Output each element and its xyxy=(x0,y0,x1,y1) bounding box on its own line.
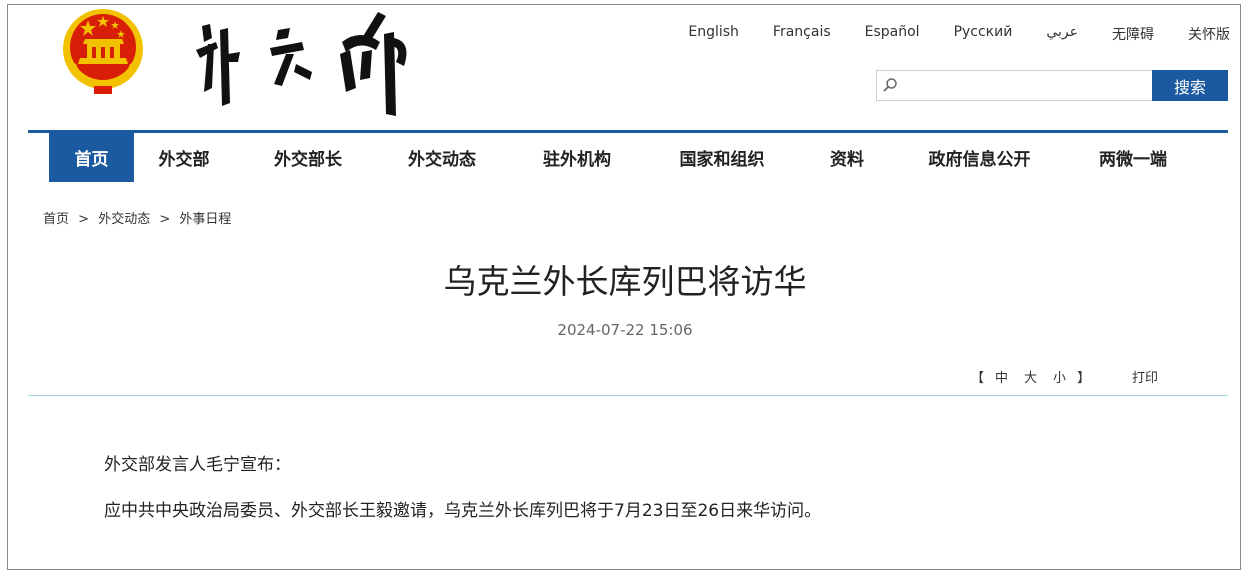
national-emblem-icon[interactable] xyxy=(58,6,148,96)
accessibility-link[interactable]: 无障碍 xyxy=(1095,24,1171,44)
search-input[interactable] xyxy=(876,70,1152,101)
font-size-close-bracket: 】 xyxy=(1077,371,1091,386)
main-nav: 首页 外交部 外交部长 外交动态 驻外机构 国家和组织 资料 政府信息公开 两微… xyxy=(49,133,1209,182)
language-bar: English Français Español Русский عربي 无障… xyxy=(671,24,1230,44)
article-title: 乌克兰外长库列巴将访华 xyxy=(443,262,807,301)
nav-item-home[interactable]: 首页 xyxy=(49,133,134,182)
breadcrumb-separator: > xyxy=(78,212,90,227)
lang-russian-link[interactable]: Русский xyxy=(937,24,1030,44)
article-paragraph: 外交部发言人毛宁宣布： xyxy=(104,455,291,475)
care-version-link[interactable]: 关怀版 xyxy=(1171,24,1230,44)
nav-item-resources[interactable]: 资料 xyxy=(792,133,902,182)
breadcrumb: 首页 > 外交动态 > 外事日程 xyxy=(43,208,231,227)
breadcrumb-diplomatic-news-link[interactable]: 外交动态 xyxy=(98,212,150,227)
breadcrumb-schedule-link[interactable]: 外事日程 xyxy=(179,212,231,227)
nav-item-countries-organizations[interactable]: 国家和组织 xyxy=(652,133,792,182)
font-size-small-button[interactable]: 小 xyxy=(1045,367,1074,386)
ministry-calligraphy-logo[interactable] xyxy=(190,8,420,118)
lang-french-link[interactable]: Français xyxy=(756,24,848,44)
lang-spanish-link[interactable]: Español xyxy=(848,24,937,44)
font-size-large-button[interactable]: 大 xyxy=(1016,367,1045,386)
lang-english-link[interactable]: English xyxy=(671,24,756,44)
search-icon xyxy=(883,78,897,92)
nav-item-ministry[interactable]: 外交部 xyxy=(134,133,234,182)
breadcrumb-separator: > xyxy=(159,212,171,227)
nav-item-government-information[interactable]: 政府信息公开 xyxy=(902,133,1057,182)
article-datetime: 2024-07-22 15:06 xyxy=(557,321,693,339)
nav-item-missions-abroad[interactable]: 驻外机构 xyxy=(502,133,652,182)
font-size-medium-button[interactable]: 中 xyxy=(987,367,1016,386)
nav-item-diplomatic-news[interactable]: 外交动态 xyxy=(382,133,502,182)
font-size-controls: 【 中 大 小 】 xyxy=(968,367,1093,386)
breadcrumb-home-link[interactable]: 首页 xyxy=(43,212,69,227)
search-button[interactable]: 搜索 xyxy=(1152,70,1228,101)
print-button[interactable]: 打印 xyxy=(1132,367,1158,386)
article-paragraph: 应中共中央政治局委员、外交部长王毅邀请，乌克兰外长库列巴将于7月23日至26日来… xyxy=(104,501,822,521)
font-size-open-bracket: 【 xyxy=(971,371,985,386)
nav-item-minister[interactable]: 外交部长 xyxy=(234,133,382,182)
article-divider xyxy=(28,395,1228,396)
nav-item-social-media[interactable]: 两微一端 xyxy=(1057,133,1209,182)
lang-arabic-link[interactable]: عربي xyxy=(1029,24,1095,44)
search-bar: 搜索 xyxy=(876,70,1228,101)
